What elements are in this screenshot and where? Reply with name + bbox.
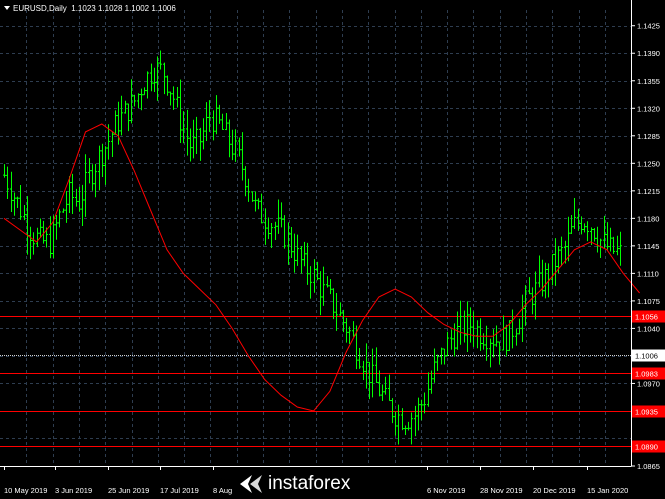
level-label: 1.0935	[635, 408, 658, 417]
price-tick-label: 1.0865	[637, 462, 660, 471]
price-tick-label: 1.1075	[637, 297, 660, 306]
chart-header: EURUSD,Daily 1.1023 1.1028 1.1002 1.1006	[4, 4, 176, 13]
current-price-label: 1.1006	[635, 352, 658, 361]
dropdown-triangle-icon[interactable]	[4, 6, 10, 10]
price-tick-label: 1.0970	[637, 379, 660, 388]
level-label: 1.0890	[635, 443, 658, 452]
price-tick-label: 1.1390	[637, 49, 660, 58]
symbol-label: EURUSD,Daily	[13, 4, 67, 13]
time-tick-label: 8 Aug	[213, 486, 232, 495]
price-tick-label: 1.1180	[637, 214, 659, 223]
price-tick-label: 1.1320	[637, 104, 660, 113]
level-label: 1.1056	[635, 313, 658, 322]
price-tick-label: 1.1250	[637, 159, 660, 168]
price-tick-label: 1.1425	[637, 22, 660, 31]
watermark: instaforex	[238, 472, 388, 496]
price-tick-label: 1.1040	[637, 324, 660, 333]
time-tick-label: 28 Nov 2019	[480, 486, 523, 495]
time-tick-label: 17 Jul 2019	[160, 486, 199, 495]
time-tick-label: 6 Nov 2019	[427, 486, 465, 495]
time-tick-label: 3 Jun 2019	[55, 486, 92, 495]
price-tick-label: 1.1145	[637, 242, 659, 251]
time-tick-label: 20 Dec 2019	[533, 486, 576, 495]
time-tick-label: 15 Jan 2020	[587, 486, 628, 495]
level-label: 1.0983	[635, 370, 658, 379]
instaforex-logo-icon	[240, 475, 262, 493]
price-tick-label: 1.1110	[637, 269, 659, 278]
price-tick-label: 1.1285	[637, 132, 660, 141]
time-tick-label: 10 May 2019	[4, 486, 47, 495]
time-tick-label: 25 Jun 2019	[108, 486, 149, 495]
price-chart: 1.1425 1.1390 1.1355 1.1320 1.1285 1.1250 1.12…	[0, 0, 665, 499]
ohlc-values: 1.1023 1.1028 1.1002 1.1006	[71, 4, 176, 13]
price-tick-label: 1.1215	[637, 187, 660, 196]
price-tick-label: 1.1355	[637, 77, 660, 86]
watermark-text: instaforex	[268, 473, 351, 494]
